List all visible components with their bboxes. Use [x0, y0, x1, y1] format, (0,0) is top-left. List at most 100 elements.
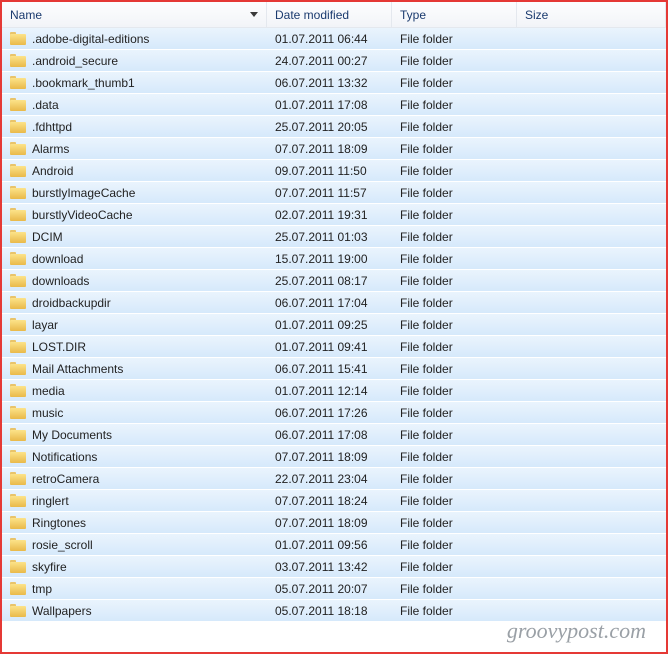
cell-name: download [2, 252, 267, 266]
folder-icon [10, 274, 26, 287]
file-name: burstlyVideoCache [32, 208, 133, 222]
table-row[interactable]: DCIM25.07.2011 01:03File folder [2, 226, 666, 248]
file-name: retroCamera [32, 472, 99, 486]
table-row[interactable]: .adobe-digital-editions01.07.2011 06:44F… [2, 28, 666, 50]
file-name: media [32, 384, 65, 398]
table-row[interactable]: My Documents06.07.2011 17:08File folder [2, 424, 666, 446]
cell-date: 22.07.2011 23:04 [267, 472, 392, 486]
cell-date: 25.07.2011 08:17 [267, 274, 392, 288]
table-row[interactable]: droidbackupdir06.07.2011 17:04File folde… [2, 292, 666, 314]
table-row[interactable]: Alarms07.07.2011 18:09File folder [2, 138, 666, 160]
folder-icon [10, 428, 26, 441]
table-row[interactable]: layar01.07.2011 09:25File folder [2, 314, 666, 336]
cell-date: 06.07.2011 17:26 [267, 406, 392, 420]
folder-icon [10, 362, 26, 375]
cell-date: 01.07.2011 12:14 [267, 384, 392, 398]
column-header-type[interactable]: Type [392, 2, 517, 27]
cell-date: 07.07.2011 11:57 [267, 186, 392, 200]
cell-name: ringlert [2, 494, 267, 508]
file-name: layar [32, 318, 58, 332]
table-row[interactable]: music06.07.2011 17:26File folder [2, 402, 666, 424]
file-name: ringlert [32, 494, 69, 508]
table-row[interactable]: Ringtones07.07.2011 18:09File folder [2, 512, 666, 534]
file-name: .bookmark_thumb1 [32, 76, 135, 90]
table-row[interactable]: Android09.07.2011 11:50File folder [2, 160, 666, 182]
folder-icon [10, 208, 26, 221]
cell-type: File folder [392, 208, 517, 222]
table-row[interactable]: rosie_scroll01.07.2011 09:56File folder [2, 534, 666, 556]
cell-name: DCIM [2, 230, 267, 244]
cell-date: 01.07.2011 06:44 [267, 32, 392, 46]
cell-date: 25.07.2011 20:05 [267, 120, 392, 134]
cell-type: File folder [392, 186, 517, 200]
cell-date: 05.07.2011 18:18 [267, 604, 392, 618]
table-row[interactable]: ringlert07.07.2011 18:24File folder [2, 490, 666, 512]
table-row[interactable]: media 01.07.2011 12:14File folder [2, 380, 666, 402]
folder-icon [10, 604, 26, 617]
table-row[interactable]: downloads25.07.2011 08:17File folder [2, 270, 666, 292]
column-header-date[interactable]: Date modified [267, 2, 392, 27]
file-name: tmp [32, 582, 52, 596]
column-header-size[interactable]: Size [517, 2, 666, 27]
cell-name: Wallpapers [2, 604, 267, 618]
column-header-name[interactable]: Name [2, 2, 267, 27]
cell-date: 01.07.2011 09:56 [267, 538, 392, 552]
folder-icon [10, 230, 26, 243]
folder-icon [10, 98, 26, 111]
folder-icon [10, 494, 26, 507]
cell-date: 07.07.2011 18:24 [267, 494, 392, 508]
table-row[interactable]: .fdhttpd25.07.2011 20:05File folder [2, 116, 666, 138]
file-name: Android [32, 164, 73, 178]
table-row[interactable]: burstlyVideoCache 02.07.2011 19:31File fo… [2, 204, 666, 226]
cell-date: 02.07.2011 19:31 [267, 208, 392, 222]
table-row[interactable]: .data01.07.2011 17:08File folder [2, 94, 666, 116]
cell-type: File folder [392, 296, 517, 310]
cell-date: 07.07.2011 18:09 [267, 450, 392, 464]
table-row[interactable]: .android_secure24.07.2011 00:27File fold… [2, 50, 666, 72]
cell-type: File folder [392, 142, 517, 156]
folder-icon [10, 252, 26, 265]
cell-type: File folder [392, 230, 517, 244]
file-name: Notifications [32, 450, 97, 464]
cell-name: .fdhttpd [2, 120, 267, 134]
folder-icon [10, 406, 26, 419]
cell-name: Notifications [2, 450, 267, 464]
cell-name: Android [2, 164, 267, 178]
cell-date: 03.07.2011 13:42 [267, 560, 392, 574]
cell-name: LOST.DIR [2, 340, 267, 354]
cell-name: downloads [2, 274, 267, 288]
file-name: LOST.DIR [32, 340, 86, 354]
table-row[interactable]: retroCamera22.07.2011 23:04File folder [2, 468, 666, 490]
cell-date: 07.07.2011 18:09 [267, 516, 392, 530]
cell-date: 01.07.2011 17:08 [267, 98, 392, 112]
table-row[interactable]: Notifications 07.07.2011 18:09File folder [2, 446, 666, 468]
column-header-type-label: Type [400, 8, 426, 22]
sort-dropdown-icon[interactable] [250, 12, 258, 17]
table-row[interactable]: burstlyImageCache07.07.2011 11:57File fo… [2, 182, 666, 204]
cell-type: File folder [392, 538, 517, 552]
cell-type: File folder [392, 318, 517, 332]
cell-type: File folder [392, 406, 517, 420]
table-row[interactable]: skyfire03.07.2011 13:42File folder [2, 556, 666, 578]
folder-icon [10, 296, 26, 309]
cell-type: File folder [392, 450, 517, 464]
cell-type: File folder [392, 516, 517, 530]
folder-icon [10, 142, 26, 155]
cell-date: 24.07.2011 00:27 [267, 54, 392, 68]
file-name: downloads [32, 274, 89, 288]
cell-name: Mail Attachments [2, 362, 267, 376]
cell-name: skyfire [2, 560, 267, 574]
file-name: download [32, 252, 83, 266]
table-row[interactable]: tmp05.07.2011 20:07File folder [2, 578, 666, 600]
table-row[interactable]: .bookmark_thumb106.07.2011 13:32File fol… [2, 72, 666, 94]
cell-date: 06.07.2011 17:08 [267, 428, 392, 442]
folder-icon [10, 318, 26, 331]
cell-type: File folder [392, 32, 517, 46]
table-row[interactable]: Mail Attachments06.07.2011 15:41File fol… [2, 358, 666, 380]
cell-type: File folder [392, 384, 517, 398]
table-row[interactable]: LOST.DIR01.07.2011 09:41File folder [2, 336, 666, 358]
folder-icon [10, 54, 26, 67]
folder-icon [10, 538, 26, 551]
folder-icon [10, 450, 26, 463]
table-row[interactable]: download15.07.2011 19:00File folder [2, 248, 666, 270]
